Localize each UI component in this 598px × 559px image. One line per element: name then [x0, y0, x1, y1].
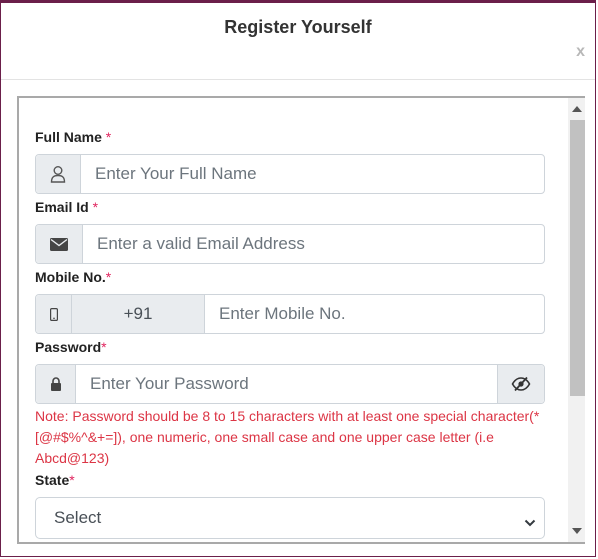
password-label: Password* [35, 339, 107, 355]
close-button[interactable]: x [576, 43, 585, 61]
user-icon [36, 155, 81, 193]
password-input-group: Enter Your Password [35, 364, 545, 404]
required-mark: * [69, 472, 75, 488]
register-modal: Register Yourself x Full Name * Enter Yo… [0, 0, 596, 557]
state-select-value: Select [54, 508, 102, 527]
required-mark: * [105, 129, 112, 145]
eye-slash-icon[interactable] [497, 365, 544, 403]
modal-title: Register Yourself [224, 17, 372, 37]
envelope-icon [36, 225, 83, 263]
full-name-input-group: Enter Your Full Name [35, 154, 545, 194]
state-select[interactable]: Select [35, 497, 545, 539]
mobile-phone-icon [36, 295, 72, 333]
required-mark: * [101, 339, 107, 355]
mobile-label: Mobile No.* [35, 269, 112, 285]
scroll-down-arrow-icon[interactable] [572, 528, 582, 534]
mobile-input[interactable]: Enter Mobile No. [205, 295, 544, 333]
scrollbar-thumb[interactable] [570, 120, 585, 396]
country-code: +91 [72, 295, 205, 333]
scroll-up-arrow-icon[interactable] [572, 106, 582, 112]
full-name-input[interactable]: Enter Your Full Name [81, 155, 544, 193]
required-mark: * [105, 269, 112, 285]
vertical-scrollbar[interactable] [568, 98, 585, 542]
mobile-input-group: +91 Enter Mobile No. [35, 294, 545, 334]
email-label: Email Id * [35, 199, 99, 215]
password-note: Note: Password should be 8 to 15 charact… [35, 408, 540, 466]
email-input[interactable]: Enter a valid Email Address [83, 225, 544, 263]
password-input[interactable]: Enter Your Password [76, 365, 497, 403]
modal-header: Register Yourself x [1, 3, 595, 80]
required-mark: * [92, 199, 99, 215]
chevron-down-icon [524, 512, 536, 532]
state-label: State* [35, 472, 75, 488]
email-input-group: Enter a valid Email Address [35, 224, 545, 264]
lock-icon [36, 365, 76, 403]
full-name-label: Full Name * [35, 129, 112, 145]
form-scroll-frame: Full Name * Enter Your Full Name Email I… [17, 96, 585, 544]
